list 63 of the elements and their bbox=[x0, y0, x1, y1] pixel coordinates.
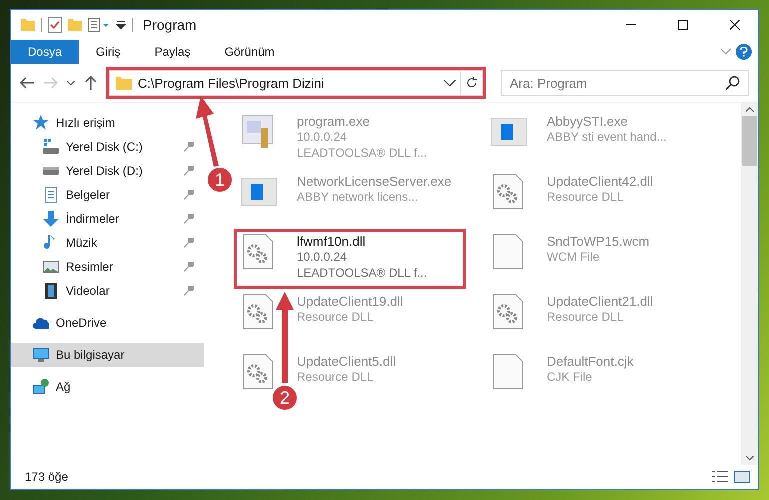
highlighted-file-item[interactable]: lfwmf10n.dll 10.0.0.24 LEADTOOLSA® DLL f... bbox=[234, 229, 466, 289]
file-detail: Resource DLL bbox=[297, 370, 375, 385]
scroll-down-icon[interactable] bbox=[746, 456, 754, 461]
sidebar-item[interactable]: OneDrive bbox=[11, 311, 198, 335]
star-icon bbox=[33, 115, 49, 131]
sidebar-item[interactable]: İndirmeler bbox=[11, 207, 198, 231]
folder-icon bbox=[116, 76, 132, 90]
film-icon bbox=[43, 283, 59, 299]
file-detail: LEADTOOLSA® DLL f... bbox=[297, 146, 428, 161]
thumbnail-view-icon[interactable] bbox=[734, 471, 750, 483]
chevron-down-icon bbox=[67, 80, 75, 86]
details-view-icon[interactable] bbox=[712, 471, 728, 483]
file-detail: CJK File bbox=[547, 370, 594, 385]
scroll-thumb[interactable] bbox=[742, 116, 757, 166]
scrollbar[interactable] bbox=[741, 103, 758, 465]
ribbon-tab[interactable]: Paylaş bbox=[138, 40, 208, 64]
help-icon[interactable] bbox=[736, 44, 752, 60]
file-detail: 10.0.0.24 bbox=[297, 130, 348, 145]
maximize-icon bbox=[678, 20, 688, 30]
close-icon bbox=[730, 20, 740, 30]
minimize-icon bbox=[626, 24, 636, 26]
pointer-arrow bbox=[196, 96, 219, 167]
scroll-up-icon[interactable] bbox=[746, 107, 754, 112]
chevron-down-icon[interactable] bbox=[444, 80, 456, 86]
file-detail: WCM File bbox=[547, 250, 601, 265]
sidebar-item[interactable]: Yerel Disk (C:) bbox=[11, 135, 198, 159]
search-icon[interactable] bbox=[726, 76, 740, 90]
sidebar-item[interactable]: Hızlı erişim bbox=[11, 111, 198, 135]
ribbon-tab[interactable]: Görünüm bbox=[208, 40, 292, 64]
refresh-icon bbox=[466, 77, 478, 89]
sidebar-item[interactable]: Belgeler bbox=[11, 183, 198, 207]
sidebar-item[interactable]: Müzik bbox=[11, 231, 198, 255]
sidebar-item[interactable]: Ağ bbox=[11, 375, 198, 399]
sidebar-item[interactable]: Resimler bbox=[11, 255, 198, 279]
file-name[interactable]: lfwmf10n.dll bbox=[297, 234, 428, 249]
view-dropdown-icon[interactable] bbox=[88, 18, 110, 32]
forward-arrow-icon bbox=[44, 77, 58, 89]
picture-icon bbox=[43, 259, 59, 275]
file-detail: Resource DLL bbox=[297, 310, 375, 325]
document-icon bbox=[43, 187, 59, 203]
window-title: Program bbox=[143, 17, 198, 33]
monitor-icon bbox=[33, 347, 49, 363]
drive-icon bbox=[43, 139, 59, 155]
up-arrow-icon bbox=[85, 76, 97, 90]
file-detail: ABBY sti event hand... bbox=[547, 130, 667, 145]
file-detail: Resource DLL bbox=[547, 310, 625, 325]
ribbon-tab[interactable]: Dosya bbox=[11, 40, 80, 64]
checklist-icon[interactable] bbox=[48, 17, 62, 33]
item-count: 173 öğe bbox=[25, 470, 70, 484]
back-arrow-icon bbox=[20, 77, 34, 89]
file-detail: Resource DLL bbox=[547, 190, 625, 205]
file-detail: 10.0.0.24 bbox=[297, 250, 348, 265]
file-detail: LEADTOOLSA® DLL f... bbox=[297, 266, 428, 281]
file-detail: ABBY network licens... bbox=[297, 190, 420, 205]
down-arrow-icon bbox=[43, 211, 59, 227]
search-box[interactable]: Ara: Program bbox=[501, 70, 749, 96]
caret-icon[interactable] bbox=[116, 20, 126, 30]
ribbon-tab[interactable]: Giriş bbox=[79, 40, 138, 64]
sidebar-item[interactable]: Videolar bbox=[11, 279, 198, 303]
network-icon bbox=[33, 379, 49, 395]
sidebar-item[interactable]: Yerel Disk (D:) bbox=[11, 159, 198, 183]
sidebar-item[interactable]: Bu bilgisayar bbox=[11, 343, 204, 367]
address-bar[interactable]: C:\Program Files\Program Dizini bbox=[109, 70, 483, 96]
